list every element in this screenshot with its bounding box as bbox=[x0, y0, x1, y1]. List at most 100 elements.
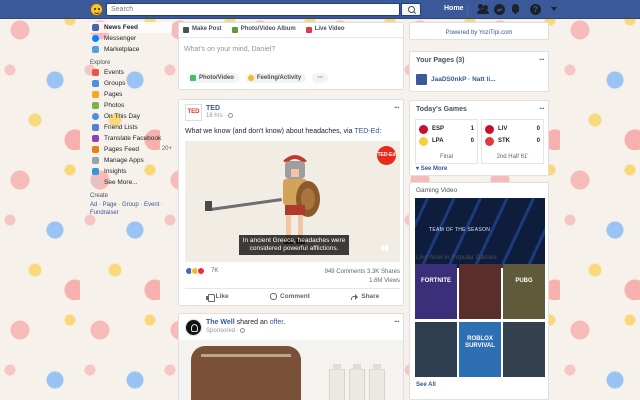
sidebar-item-insights[interactable]: Insights bbox=[90, 166, 172, 177]
notifications-icon[interactable] bbox=[510, 4, 521, 15]
sidebar-item-groups[interactable]: Groups bbox=[90, 78, 172, 89]
games-menu-button[interactable]: ··· bbox=[539, 104, 545, 113]
banner-text: TEAM OF THE SEASON bbox=[429, 227, 491, 233]
action-label: Share bbox=[361, 293, 380, 300]
video-player[interactable]: TED-Ed In ancient Greece, headaches were… bbox=[185, 141, 400, 262]
like-button[interactable]: Like bbox=[205, 293, 229, 303]
sidebar-item-events[interactable]: Events bbox=[90, 67, 172, 78]
post-stats: 949 Comments 3.3K Shares 1.6M Views bbox=[325, 268, 400, 286]
sidebar-item-label: Pages bbox=[104, 91, 123, 98]
bottle-illustration bbox=[329, 364, 345, 400]
help-icon[interactable]: ? bbox=[530, 4, 541, 15]
emoji-logo-icon[interactable] bbox=[90, 3, 103, 16]
video-caption: In ancient Greece, headaches were consid… bbox=[239, 235, 349, 255]
ted-ed-badge: TED-Ed bbox=[377, 146, 396, 165]
tab-live-video[interactable]: Live Video bbox=[305, 26, 345, 37]
pages-menu-button[interactable]: ··· bbox=[539, 55, 545, 64]
sidebar-item-label: Photos bbox=[104, 102, 125, 109]
game-tile-fortnite[interactable]: FORTNITE bbox=[415, 264, 457, 319]
sidebar-item-label: Translate Facebook bbox=[104, 135, 162, 142]
divider bbox=[467, 4, 468, 15]
ted-ed-link[interactable]: TED-Ed bbox=[354, 128, 379, 135]
sidebar-item-photos[interactable]: Photos bbox=[90, 100, 172, 111]
sidebar-item-label: On This Day bbox=[104, 113, 141, 120]
page-name-link[interactable]: TED bbox=[206, 105, 220, 112]
see-more-games-link[interactable]: ▾ See More bbox=[416, 165, 447, 172]
live-now-title: Live Now in Popular Games bbox=[416, 254, 497, 261]
sidebar-item-label: See More... bbox=[104, 179, 138, 186]
page-item[interactable]: JaaDS0nkP · Natt li... bbox=[416, 74, 544, 86]
your-pages-title[interactable]: Your Pages (3) bbox=[416, 57, 465, 64]
sidebar-item-friend-lists[interactable]: Friend Lists bbox=[90, 122, 172, 133]
offer-link[interactable]: offer bbox=[270, 319, 284, 326]
bag-illustration bbox=[191, 346, 301, 400]
sidebar-item-label: Messenger bbox=[104, 35, 137, 42]
messenger-icon bbox=[92, 35, 99, 42]
post-text-suffix: : bbox=[379, 128, 382, 135]
sidebar-item-on-this-day[interactable]: On This Day bbox=[90, 111, 172, 122]
sidebar-item-marketplace[interactable]: Marketplace bbox=[90, 44, 172, 55]
create-links[interactable]: Ad · Page · Group · Event · Fundraiser bbox=[90, 201, 172, 217]
game-tile-roblox[interactable]: ROBLOX SURVIVAL bbox=[459, 322, 501, 377]
game-status: 2nd Half 61' bbox=[496, 154, 529, 160]
photo-icon bbox=[190, 75, 196, 81]
friend-requests-icon[interactable] bbox=[477, 4, 489, 15]
sidebar-item-manage-apps[interactable]: Manage Apps bbox=[90, 155, 172, 166]
sidebar-item-pages-feed[interactable]: Pages Feed 20+ bbox=[90, 144, 172, 155]
post-menu-button[interactable]: ··· bbox=[394, 317, 400, 326]
page-thumbnail bbox=[416, 74, 427, 85]
photo-video-button[interactable]: Photo/Video bbox=[187, 73, 239, 83]
game-tile-pubg[interactable]: PUBG bbox=[503, 264, 545, 319]
sidebar-item-label: Manage Apps bbox=[104, 157, 144, 164]
tab-make-post[interactable]: Make Post bbox=[183, 26, 222, 37]
page-name-link[interactable]: The Well bbox=[206, 319, 235, 326]
composer-input[interactable]: What's on your mind, Daniel? bbox=[179, 38, 403, 73]
search-icon[interactable] bbox=[401, 3, 421, 16]
post-menu-button[interactable]: ··· bbox=[394, 103, 400, 112]
page-avatar[interactable] bbox=[185, 319, 202, 336]
team-crest-icon bbox=[485, 125, 494, 134]
account-menu-icon[interactable] bbox=[551, 7, 557, 11]
ad-image[interactable] bbox=[179, 340, 403, 400]
tab-photo-video-album[interactable]: Photo/Video Album bbox=[231, 26, 296, 37]
see-all-link[interactable]: See All bbox=[416, 382, 436, 388]
pencil-icon bbox=[183, 27, 189, 33]
home-link[interactable]: Home bbox=[444, 5, 463, 12]
game-score-card[interactable]: LIV 0 STK 0 2nd Half 61' bbox=[481, 119, 544, 164]
share-button[interactable]: Share bbox=[351, 293, 379, 303]
game-tile[interactable] bbox=[459, 264, 501, 319]
photo-album-icon bbox=[231, 27, 238, 33]
sidebar-item-messenger[interactable]: Messenger bbox=[90, 33, 172, 44]
messenger-icon[interactable] bbox=[494, 4, 505, 15]
feeling-activity-button[interactable]: Feeling/Activity bbox=[244, 73, 307, 83]
team-name: ESP bbox=[432, 126, 445, 132]
sidebar-item-translate[interactable]: Translate Facebook bbox=[90, 133, 172, 144]
game-score-card[interactable]: ESP 1 LPA 0 Final bbox=[415, 119, 478, 164]
post-text: What we know (and don't know) about head… bbox=[179, 124, 403, 141]
sponsored-post: The Well shared an offer. Sponsored · ··… bbox=[178, 313, 404, 400]
team-row: LIV 0 bbox=[485, 125, 542, 135]
powered-by-link[interactable]: Powered by YoziTipi.com bbox=[409, 22, 549, 40]
game-status: Final bbox=[439, 154, 453, 160]
sidebar-item-pages[interactable]: Pages bbox=[90, 89, 172, 100]
more-options-button[interactable]: ··· bbox=[312, 73, 329, 83]
reactions-summary[interactable]: 7K 949 Comments 3.3K Shares 1.6M Views bbox=[185, 266, 400, 284]
post-timestamp[interactable]: 18 hrs · bbox=[206, 113, 234, 119]
sidebar-item-news-feed[interactable]: News Feed bbox=[90, 22, 172, 33]
team-name: LIV bbox=[498, 126, 508, 132]
game-tile[interactable] bbox=[415, 322, 457, 377]
sidebar-item-see-more[interactable]: See More... bbox=[90, 177, 172, 188]
sidebar-item-label: News Feed bbox=[104, 24, 138, 31]
game-tile[interactable] bbox=[503, 322, 545, 377]
tab-label: Photo/Video Album bbox=[240, 26, 296, 32]
comments-shares[interactable]: 949 Comments 3.3K Shares bbox=[325, 268, 400, 277]
team-row: STK 0 bbox=[485, 137, 542, 147]
search-input[interactable]: Search bbox=[106, 3, 400, 16]
pages-icon bbox=[92, 91, 99, 98]
page-avatar[interactable]: TED bbox=[185, 104, 202, 121]
gaming-video-title[interactable]: Gaming Video bbox=[416, 187, 457, 194]
share-icon bbox=[351, 293, 359, 300]
marketplace-icon bbox=[92, 46, 99, 53]
comment-button[interactable]: Comment bbox=[269, 293, 310, 303]
volume-icon[interactable] bbox=[381, 244, 390, 252]
